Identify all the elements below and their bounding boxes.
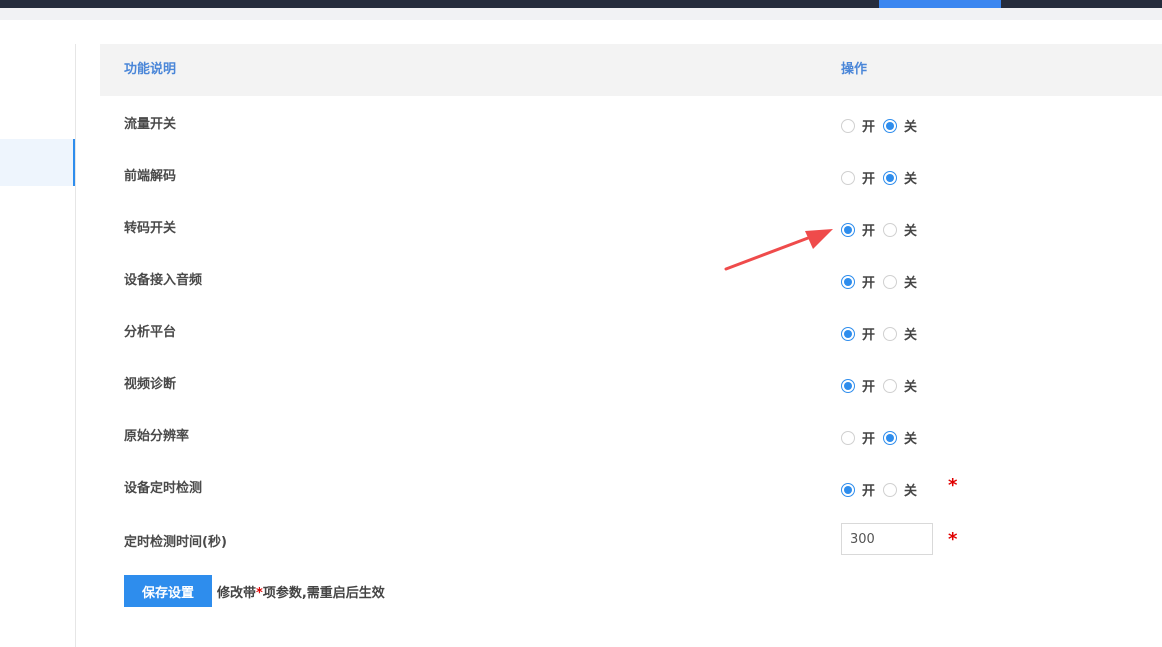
sidebar-item-active[interactable] xyxy=(0,139,74,186)
table-header: 功能说明 操作 xyxy=(100,44,1162,96)
radio-option-on[interactable]: 开 xyxy=(841,428,875,447)
radio-option-off[interactable]: 关 xyxy=(883,272,917,291)
radio-group: 开关 xyxy=(841,116,925,135)
radio-group: 开关 xyxy=(841,480,925,499)
radio-option-off[interactable]: 关 xyxy=(883,324,917,343)
radio-option-on[interactable]: 开 xyxy=(841,116,875,135)
setting-label: 设备接入音频 xyxy=(124,273,203,288)
radio-off-button[interactable] xyxy=(883,222,898,237)
setting-label: 转码开关 xyxy=(124,221,177,236)
radio-group: 开关 xyxy=(841,324,925,343)
radio-off-label: 关 xyxy=(904,328,918,343)
save-settings-button[interactable]: 保存设置 xyxy=(124,575,212,607)
radio-off-label: 关 xyxy=(904,276,918,291)
restart-note: 修改带*项参数,需重启后生效 xyxy=(217,582,385,601)
radio-group: 开关 xyxy=(841,220,925,239)
setting-label: 视频诊断 xyxy=(124,377,177,392)
radio-option-on[interactable]: 开 xyxy=(841,376,875,395)
column-header-description: 功能说明 xyxy=(124,62,177,77)
radio-on-button[interactable] xyxy=(841,430,855,445)
setting-row: 前端解码开关 xyxy=(100,148,1162,200)
setting-row: 转码开关开关 xyxy=(100,200,1162,252)
timer-label: 定时检测时间(秒) xyxy=(124,535,227,550)
setting-row: 分析平台开关 xyxy=(100,304,1162,356)
radio-off-button[interactable] xyxy=(883,482,898,497)
radio-on-label: 开 xyxy=(862,172,876,187)
radio-off-button[interactable] xyxy=(883,118,898,133)
radio-option-on[interactable]: 开 xyxy=(841,272,875,291)
timer-row: 定时检测时间(秒) xyxy=(100,514,1162,566)
radio-option-on[interactable]: 开 xyxy=(841,480,875,499)
radio-on-label: 开 xyxy=(862,120,876,135)
note-text-after: 项参数,需重启后生效 xyxy=(262,586,385,601)
setting-row: 原始分辨率开关 xyxy=(100,408,1162,460)
radio-group: 开关 xyxy=(841,272,925,291)
radio-off-label: 关 xyxy=(904,120,918,135)
setting-row: 设备定时检测开关 * xyxy=(100,460,1162,512)
radio-on-label: 开 xyxy=(862,484,876,499)
radio-off-button[interactable] xyxy=(883,274,898,289)
note-star: * xyxy=(256,586,263,601)
note-text-before: 修改带 xyxy=(217,586,257,601)
annotation-arrow-icon xyxy=(724,229,833,271)
radio-option-off[interactable]: 关 xyxy=(883,168,917,187)
radio-on-label: 开 xyxy=(862,380,876,395)
radio-on-button[interactable] xyxy=(841,482,855,497)
radio-option-on[interactable]: 开 xyxy=(841,220,875,239)
setting-label: 流量开关 xyxy=(124,117,177,132)
setting-label: 原始分辨率 xyxy=(124,429,190,444)
radio-group: 开关 xyxy=(841,376,925,395)
radio-option-on[interactable]: 开 xyxy=(841,168,875,187)
radio-on-button[interactable] xyxy=(841,274,855,289)
radio-on-button[interactable] xyxy=(841,222,855,237)
radio-on-label: 开 xyxy=(862,276,876,291)
radio-off-button[interactable] xyxy=(883,170,898,185)
setting-row: 视频诊断开关 xyxy=(100,356,1162,408)
radio-option-off[interactable]: 关 xyxy=(883,376,917,395)
radio-on-label: 开 xyxy=(862,432,876,447)
radio-on-label: 开 xyxy=(862,224,876,239)
radio-off-label: 关 xyxy=(904,432,918,447)
radio-off-label: 关 xyxy=(904,172,918,187)
radio-on-label: 开 xyxy=(862,328,876,343)
timer-required-mark: * xyxy=(948,529,958,550)
setting-label: 设备定时检测 xyxy=(124,481,203,496)
radio-on-button[interactable] xyxy=(841,118,855,133)
top-nav-active-tab[interactable] xyxy=(879,0,1001,8)
setting-row: 设备接入音频开关 xyxy=(100,252,1162,304)
radio-option-off[interactable]: 关 xyxy=(883,480,917,499)
radio-off-label: 关 xyxy=(904,380,918,395)
radio-off-button[interactable] xyxy=(883,430,898,445)
setting-label: 分析平台 xyxy=(124,325,177,340)
radio-off-label: 关 xyxy=(904,224,918,239)
radio-on-button[interactable] xyxy=(841,170,855,185)
setting-row: 流量开关开关 xyxy=(100,96,1162,148)
radio-off-button[interactable] xyxy=(883,378,898,393)
check-interval-input[interactable] xyxy=(841,523,933,555)
radio-on-button[interactable] xyxy=(841,378,855,393)
radio-option-off[interactable]: 关 xyxy=(883,220,917,239)
column-header-operation: 操作 xyxy=(841,62,868,77)
radio-group: 开关 xyxy=(841,428,925,447)
radio-off-button[interactable] xyxy=(883,326,898,341)
radio-off-label: 关 xyxy=(904,484,918,499)
radio-on-button[interactable] xyxy=(841,326,855,341)
radio-option-off[interactable]: 关 xyxy=(883,116,917,135)
top-nav-bar xyxy=(0,0,1162,8)
radio-group: 开关 xyxy=(841,168,925,187)
radio-option-off[interactable]: 关 xyxy=(883,428,917,447)
sub-header-bar xyxy=(0,8,1162,20)
sidebar-divider xyxy=(75,44,76,647)
setting-label: 前端解码 xyxy=(124,169,177,184)
sidebar xyxy=(0,20,75,647)
radio-option-on[interactable]: 开 xyxy=(841,324,875,343)
required-mark: * xyxy=(948,475,958,496)
